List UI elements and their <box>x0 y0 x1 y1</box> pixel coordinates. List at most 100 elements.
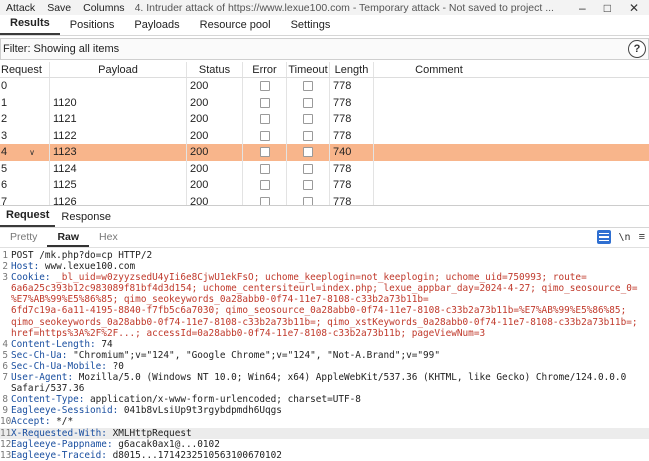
request-editor[interactable]: 1 POST /mk.php?do=cp HTTP/2 2 Host: www.lex… <box>0 248 649 461</box>
header-name: Host: <box>11 261 45 273</box>
cell-request: 3 <box>0 127 50 144</box>
help-icon[interactable]: ? <box>628 40 646 58</box>
header-value: 041b8vLsiUp9t3rgybdpmdh6Uqgs <box>123 405 282 417</box>
newline-toggle-icon[interactable]: \n <box>619 232 631 243</box>
line-content: Accept: */* <box>11 416 649 427</box>
word-wrap-icon[interactable] <box>596 230 611 244</box>
editor-toolbar: \n ≡ <box>596 230 645 244</box>
cell-status: 200 <box>187 177 243 194</box>
line-number: 8 <box>2 394 8 406</box>
line-number: 10 <box>0 416 12 428</box>
minimize-icon[interactable]: – <box>579 1 586 15</box>
column-header-status[interactable]: Status <box>187 62 243 77</box>
header-name: X-Requested-With: <box>11 427 113 439</box>
timeout-checkbox <box>303 163 313 174</box>
cell-status: 200 <box>187 160 243 177</box>
timeout-checkbox <box>303 81 313 92</box>
column-header-comment[interactable]: Comment <box>374 62 504 77</box>
maximize-icon[interactable]: □ <box>604 1 611 15</box>
cell-comment <box>374 161 504 178</box>
window-controls: – □ ✕ <box>579 1 649 15</box>
table-row[interactable]: 7 1126 200 778 <box>0 193 649 205</box>
request-line: 13 Eagleeye-Traceid: d8015...171423251056… <box>0 450 649 461</box>
cell-length: 778 <box>330 78 374 95</box>
error-checkbox <box>259 196 270 205</box>
timeout-checkbox <box>303 196 313 205</box>
table-row[interactable]: 2 1121 200 778 <box>0 111 649 128</box>
menu-item-attack[interactable]: Attack <box>0 2 41 14</box>
header-name: User-Agent: <box>11 372 79 384</box>
table-row[interactable]: 0 200 778 <box>0 78 649 95</box>
view-mode-tabs: Pretty Raw Hex \n ≡ <box>0 228 649 248</box>
table-row[interactable]: 3 1122 200 778 <box>0 127 649 144</box>
header-value: */* <box>56 416 74 428</box>
header-value: d8015...1714232510563100670102 <box>112 449 282 461</box>
request-line: 7 User-Agent: Mozilla/5.0 (Windows NT 10.… <box>0 372 649 383</box>
cell-payload: 1122 <box>50 127 187 144</box>
line-content: href=https%3A%2F%2F...; accessId=0a28abb… <box>11 328 649 339</box>
timeout-checkbox <box>303 114 313 125</box>
cell-timeout <box>287 111 330 128</box>
header-value: Mozilla/5.0 (Windows NT 10.0; Win64; x64… <box>78 372 627 384</box>
cell-payload: 1120 <box>50 94 187 111</box>
menu-item-columns[interactable]: Columns <box>77 2 130 14</box>
chevron-down-icon[interactable]: ∨ <box>29 148 35 157</box>
request-number: 4 <box>1 146 8 159</box>
table-row[interactable]: 5 1124 200 778 <box>0 160 649 178</box>
title-bar: Attack Save Columns 4. Intruder attack of … <box>0 0 649 15</box>
line-number: 11 <box>0 427 12 439</box>
filter-bar[interactable]: Filter: Showing all items ? <box>0 38 649 60</box>
view-tab-raw[interactable]: Raw <box>47 229 90 247</box>
tab-resource-pool[interactable]: Resource pool <box>190 17 281 35</box>
tab-results[interactable]: Results <box>0 15 60 35</box>
cell-comment <box>374 177 504 194</box>
column-header-request[interactable]: Request <box>0 62 50 77</box>
table-row[interactable]: 1 1120 200 778 <box>0 94 649 111</box>
cell-payload: 1121 <box>50 111 187 128</box>
cell-request: 0 <box>0 78 50 95</box>
cell-timeout <box>287 127 330 144</box>
line-number: 9 <box>2 405 8 417</box>
tab-positions[interactable]: Positions <box>60 17 125 35</box>
view-tab-pretty[interactable]: Pretty <box>0 229 47 247</box>
request-line: 2 Host: www.lexue100.com <box>0 261 649 272</box>
hamburger-menu-icon[interactable]: ≡ <box>639 231 645 243</box>
line-content: 6a6a25c393b12c983089f81bf4d3d154; uchome… <box>11 283 649 294</box>
column-header-timeout[interactable]: Timeout <box>287 62 330 77</box>
header-value: application/x-www-form-urlencoded; chars… <box>90 394 361 406</box>
header-value: 74 <box>101 338 113 350</box>
cell-timeout <box>287 94 330 111</box>
tab-payloads[interactable]: Payloads <box>124 17 189 35</box>
error-checkbox <box>259 163 270 174</box>
column-header-payload[interactable]: Payload <box>50 62 187 77</box>
table-row[interactable]: 6 1125 200 778 <box>0 177 649 194</box>
tab-request[interactable]: Request <box>0 206 56 227</box>
cell-length: 740 <box>330 144 374 161</box>
column-header-length[interactable]: Length <box>330 62 374 77</box>
line-content: Sec-Ch-Ua: "Chromium";v="124", "Google C… <box>11 350 649 361</box>
table-row[interactable]: 4 ∨ 1123 200 740 <box>0 144 649 161</box>
tab-response[interactable]: Response <box>55 208 117 227</box>
line-content: Content-Length: 74 <box>11 339 649 350</box>
window-title: 4. Intruder attack of https://www.lexue1… <box>134 1 554 14</box>
line-number <box>0 305 11 316</box>
cell-error <box>243 94 287 111</box>
view-tab-hex[interactable]: Hex <box>89 229 128 247</box>
close-icon[interactable]: ✕ <box>629 1 639 15</box>
header-name: Sec-Ch-Ua-Mobile: <box>11 360 113 372</box>
cell-error <box>243 111 287 128</box>
request-line: 5 Sec-Ch-Ua: "Chromium";v="124", "Google … <box>0 350 649 361</box>
tab-settings[interactable]: Settings <box>281 17 341 35</box>
error-checkbox <box>259 97 270 108</box>
column-header-error[interactable]: Error <box>243 62 287 77</box>
cell-request: 7 <box>0 193 50 205</box>
header-value: www.lexue100.com <box>44 261 136 273</box>
line-content: POST /mk.php?do=cp HTTP/2 <box>11 250 649 261</box>
line-number <box>0 283 11 294</box>
menu-item-save[interactable]: Save <box>41 2 77 14</box>
cell-error <box>243 193 287 205</box>
header-value: POST /mk.php?do=cp HTTP/2 <box>11 250 153 261</box>
line-content: 6fd7c19a-6a11-4195-8840-f7fb5c6a7030; qi… <box>11 305 649 316</box>
line-content: qimo_seokeywords_0a28abb0-0f74-11e7-8108… <box>11 317 649 328</box>
request-line: qimo_seokeywords_0a28abb0-0f74-11e7-8108… <box>0 317 649 328</box>
